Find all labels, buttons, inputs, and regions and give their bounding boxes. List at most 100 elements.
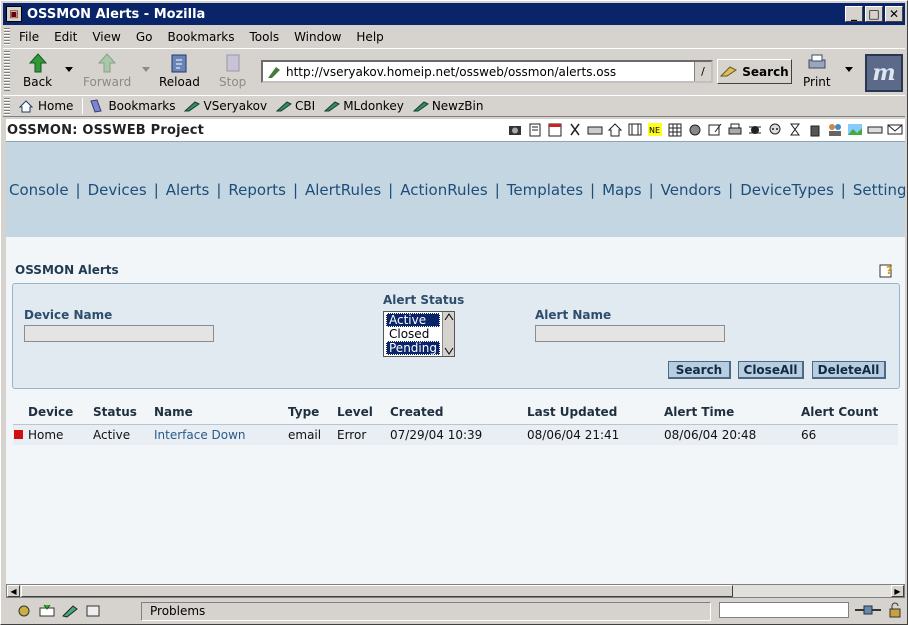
url-bar[interactable]: http://vseryakov.homeip.net/ossweb/ossmo… bbox=[261, 60, 713, 83]
nav-templates[interactable]: Templates bbox=[507, 181, 583, 199]
online-connection-icon[interactable] bbox=[853, 602, 883, 618]
col-device[interactable]: Device bbox=[28, 405, 73, 419]
printer-small-icon[interactable] bbox=[727, 122, 743, 137]
status-option-pending[interactable]: Pending bbox=[386, 341, 440, 355]
menu-view[interactable]: View bbox=[92, 30, 120, 44]
nav-settings[interactable]: Settings bbox=[853, 181, 905, 199]
col-level[interactable]: Level bbox=[337, 405, 373, 419]
trash-icon[interactable] bbox=[807, 122, 823, 137]
status-option-closed[interactable]: Closed bbox=[386, 327, 440, 341]
film-icon[interactable] bbox=[627, 122, 643, 137]
forward-dropdown-icon[interactable] bbox=[142, 67, 150, 72]
alerts-panel: OSSMON Alerts ? Device Name Alert Status… bbox=[6, 237, 905, 584]
alert-name-input[interactable] bbox=[535, 325, 725, 342]
bookmark-vseryakov[interactable]: VSeryakov bbox=[184, 99, 267, 113]
mail-icon[interactable] bbox=[887, 122, 903, 137]
col-name[interactable]: Name bbox=[154, 405, 193, 419]
stop-button[interactable]: Stop bbox=[219, 51, 246, 89]
home-bookmark[interactable]: Home bbox=[19, 99, 73, 113]
nav-reports[interactable]: Reports bbox=[228, 181, 286, 199]
print-dropdown-icon[interactable] bbox=[845, 67, 853, 72]
edit-icon[interactable] bbox=[707, 122, 723, 137]
camera-icon[interactable] bbox=[507, 122, 523, 137]
back-button[interactable]: Back bbox=[23, 51, 52, 89]
menu-bookmarks[interactable]: Bookmarks bbox=[167, 30, 234, 44]
project-header: OSSMON: OSSWEB Project NE bbox=[6, 119, 905, 141]
listbox-scrollbar[interactable] bbox=[442, 312, 454, 356]
deleteall-button[interactable]: DeleteAll bbox=[812, 361, 886, 379]
address-book-icon[interactable] bbox=[84, 604, 102, 618]
calendar-icon[interactable] bbox=[547, 122, 563, 137]
composer-icon[interactable] bbox=[61, 604, 79, 618]
network-icon[interactable] bbox=[867, 122, 883, 137]
keyboard-icon[interactable] bbox=[587, 122, 603, 137]
users-icon[interactable] bbox=[827, 122, 843, 137]
reload-button[interactable]: Reload bbox=[159, 51, 200, 89]
col-status[interactable]: Status bbox=[93, 405, 137, 419]
col-alert-time[interactable]: Alert Time bbox=[664, 405, 734, 419]
house-icon[interactable] bbox=[607, 122, 623, 137]
print-button[interactable]: Print bbox=[803, 51, 831, 89]
skull-icon[interactable] bbox=[767, 122, 783, 137]
project-title: OSSMON: OSSWEB Project bbox=[7, 122, 205, 138]
table-row[interactable]: Home Active Interface Down email Error 0… bbox=[13, 425, 898, 445]
bug-icon[interactable] bbox=[747, 122, 763, 137]
menu-go[interactable]: Go bbox=[136, 30, 153, 44]
cell-name-link[interactable]: Interface Down bbox=[154, 428, 246, 442]
security-lock-icon[interactable] bbox=[887, 602, 903, 618]
scroll-thumb[interactable] bbox=[21, 585, 733, 597]
horizontal-scrollbar[interactable]: ◀ ▶ bbox=[6, 584, 905, 598]
nav-vendors[interactable]: Vendors bbox=[661, 181, 722, 199]
bookmark-cbi[interactable]: CBI bbox=[276, 99, 315, 113]
hourglass-icon[interactable] bbox=[787, 122, 803, 137]
home-icon bbox=[19, 99, 35, 113]
col-type[interactable]: Type bbox=[288, 405, 319, 419]
device-name-input[interactable] bbox=[24, 325, 214, 342]
mozilla-app-icon[interactable]: ▣ bbox=[6, 6, 22, 22]
scroll-left-arrow-icon[interactable]: ◀ bbox=[7, 585, 20, 597]
menu-window[interactable]: Window bbox=[294, 30, 341, 44]
col-created[interactable]: Created bbox=[390, 405, 443, 419]
nav-maps[interactable]: Maps bbox=[602, 181, 641, 199]
back-dropdown-icon[interactable] bbox=[65, 67, 73, 72]
navigator-icon[interactable] bbox=[15, 604, 33, 618]
url-history-dropdown-icon[interactable]: / bbox=[694, 62, 711, 81]
bookmarks-menu-button[interactable]: Bookmarks bbox=[89, 99, 175, 113]
forward-button[interactable]: Forward bbox=[83, 51, 131, 89]
nav-separator: | bbox=[590, 180, 596, 199]
mail-component-icon[interactable] bbox=[38, 604, 56, 618]
menu-file[interactable]: File bbox=[19, 30, 39, 44]
menu-tools[interactable]: Tools bbox=[250, 30, 280, 44]
search-button[interactable]: Search bbox=[668, 361, 731, 379]
minimize-button[interactable]: _ bbox=[845, 6, 863, 22]
forward-arrow-icon bbox=[95, 51, 119, 75]
nav-alerts[interactable]: Alerts bbox=[166, 181, 210, 199]
tools-icon[interactable] bbox=[687, 122, 703, 137]
close-button[interactable]: ✕ bbox=[885, 6, 903, 22]
book-icon[interactable] bbox=[527, 122, 543, 137]
nav-console[interactable]: Console bbox=[9, 181, 69, 199]
maximize-button[interactable]: □ bbox=[865, 6, 883, 22]
col-last-updated[interactable]: Last Updated bbox=[527, 405, 617, 419]
bookmark-newzbin[interactable]: NewzBin bbox=[412, 99, 483, 113]
nav-alertrules[interactable]: AlertRules bbox=[305, 181, 381, 199]
col-alert-count[interactable]: Alert Count bbox=[801, 405, 878, 419]
grid-icon[interactable] bbox=[667, 122, 683, 137]
nav-devices[interactable]: Devices bbox=[88, 181, 147, 199]
scissors-icon[interactable] bbox=[567, 122, 583, 137]
nav-devicetypes[interactable]: DeviceTypes bbox=[740, 181, 834, 199]
bookmark-mldonkey[interactable]: MLdonkey bbox=[324, 99, 404, 113]
mozilla-logo[interactable]: m bbox=[865, 54, 903, 92]
alert-status-listbox[interactable]: Active Closed Pending bbox=[383, 311, 455, 357]
help-icon[interactable]: ? bbox=[879, 262, 895, 278]
url-text[interactable]: http://vseryakov.homeip.net/ossweb/ossmo… bbox=[286, 65, 694, 79]
menu-help[interactable]: Help bbox=[356, 30, 383, 44]
nav-actionrules[interactable]: ActionRules bbox=[400, 181, 487, 199]
menu-edit[interactable]: Edit bbox=[54, 30, 77, 44]
toolbar-search-button[interactable]: Search bbox=[717, 59, 792, 84]
closeall-button[interactable]: CloseAll bbox=[738, 361, 804, 379]
scroll-right-arrow-icon[interactable]: ▶ bbox=[891, 585, 904, 597]
news-icon[interactable]: NE bbox=[647, 122, 663, 137]
landscape-icon[interactable] bbox=[847, 122, 863, 137]
status-option-active[interactable]: Active bbox=[386, 313, 440, 327]
